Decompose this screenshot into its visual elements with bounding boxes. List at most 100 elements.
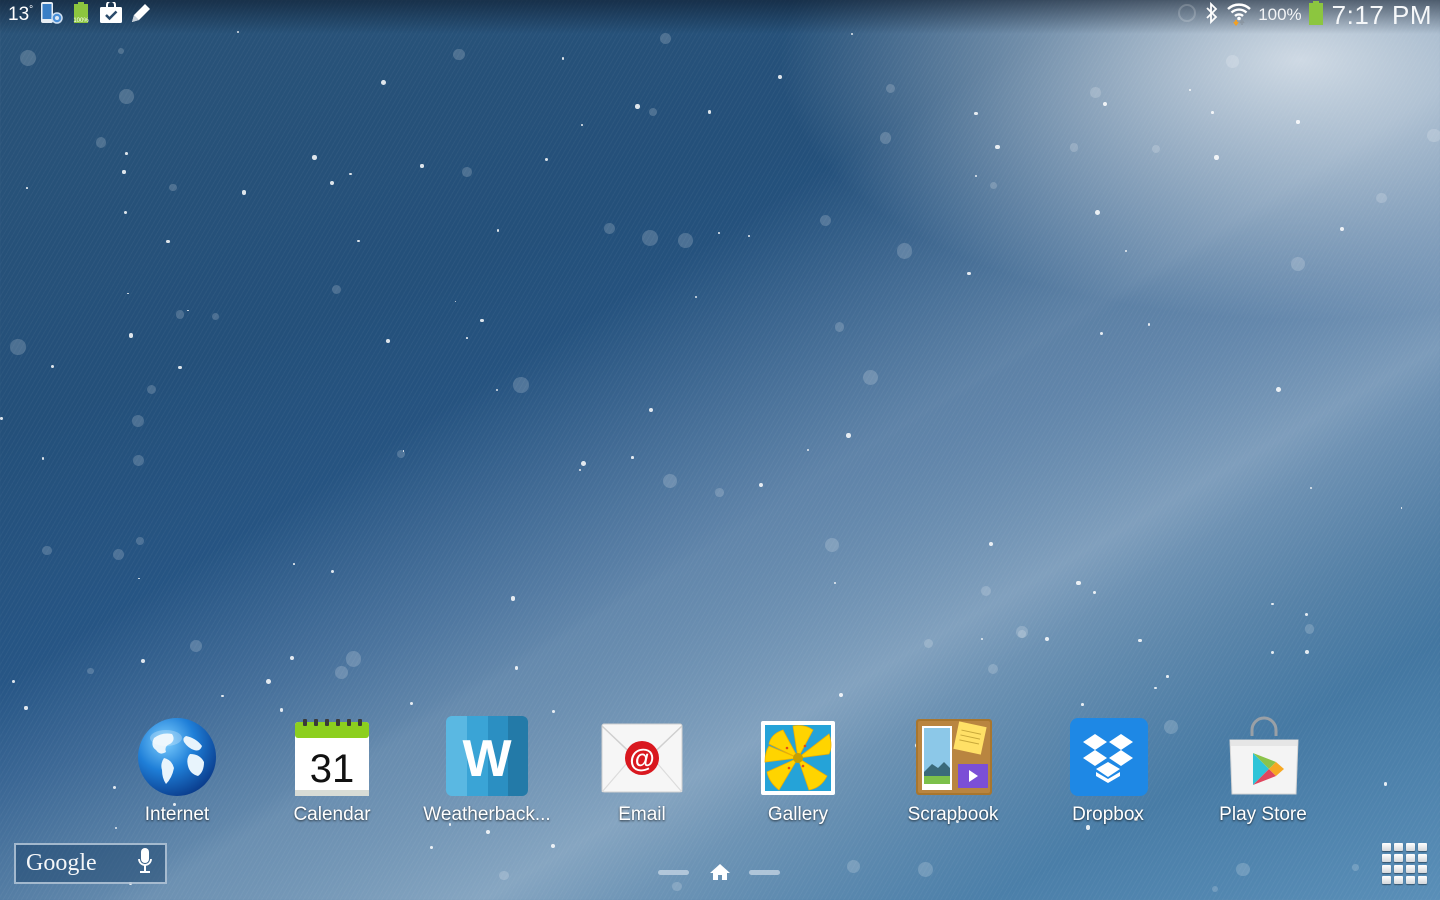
snow-particle <box>641 230 658 246</box>
calendar-icon: 31 <box>291 716 373 798</box>
status-bar[interactable]: 13° 100% 100% 7:17 PM <box>0 0 1440 30</box>
apps-grid-button[interactable] <box>1382 843 1427 885</box>
clock: 7:17 PM <box>1331 0 1432 30</box>
snow-particle <box>1400 507 1403 509</box>
snow-particle <box>1151 145 1160 154</box>
svg-text:@: @ <box>629 743 654 773</box>
snow-particle <box>221 694 224 698</box>
snow-particle <box>141 659 146 664</box>
app-internet[interactable]: Internet <box>102 716 252 826</box>
snow-particle <box>480 318 485 323</box>
snow-particle <box>649 407 654 413</box>
battery-full-icon: 100% <box>71 1 93 30</box>
snow-particle <box>279 708 284 713</box>
snow-particle <box>138 577 140 580</box>
snow-particle <box>544 157 548 161</box>
task-check-icon <box>99 0 123 29</box>
page-dot[interactable] <box>658 870 689 875</box>
snow-particle <box>989 182 997 190</box>
snow-particle <box>381 79 387 85</box>
snow-particle <box>1427 128 1440 143</box>
app-calendar[interactable]: 31 Calendar <box>257 716 407 826</box>
app-weatherback[interactable]: W Weatherback... <box>412 716 562 826</box>
page-indicator[interactable] <box>658 862 782 882</box>
snow-particle <box>127 292 129 295</box>
snow-particle <box>1090 87 1101 98</box>
snow-particle <box>133 455 145 467</box>
app-gallery[interactable]: Gallery <box>723 716 873 826</box>
battery-percentage: 100% <box>1258 5 1302 24</box>
snow-particle <box>552 710 556 713</box>
snow-particle <box>331 284 342 295</box>
snow-particle <box>879 132 892 145</box>
snow-particle <box>980 586 991 597</box>
snow-particle <box>1383 781 1388 786</box>
snow-particle <box>1296 120 1300 124</box>
snow-particle <box>1290 257 1305 272</box>
app-label: Dropbox <box>1072 804 1144 825</box>
snow-particle <box>499 870 509 881</box>
snow-particle <box>924 639 934 649</box>
snow-particle <box>896 243 913 260</box>
snow-particle <box>550 843 556 849</box>
snow-particle <box>578 468 582 471</box>
snow-particle <box>1102 101 1107 106</box>
snow-particle <box>125 151 129 155</box>
app-play-store[interactable]: Play Store <box>1188 716 1338 826</box>
snow-particle <box>847 859 861 873</box>
snow-particle <box>974 111 978 116</box>
svg-text:100%: 100% <box>73 18 89 24</box>
scrapbook-icon <box>912 716 994 798</box>
home-icon[interactable] <box>709 862 731 887</box>
snow-particle <box>265 678 271 684</box>
snow-particle <box>329 180 335 186</box>
system-icons[interactable]: 100% 7:17 PM <box>1176 0 1432 30</box>
app-label: Calendar <box>293 804 371 825</box>
microphone-icon[interactable] <box>137 847 153 880</box>
svg-text:W: W <box>462 730 512 788</box>
snow-particle <box>1076 580 1081 586</box>
app-scrapbook[interactable]: Scrapbook <box>878 716 1028 826</box>
page-dot[interactable] <box>749 870 780 875</box>
snow-particle <box>648 107 657 116</box>
snow-particle <box>454 300 457 303</box>
snow-particle <box>839 693 844 698</box>
google-search-widget[interactable]: Google <box>14 843 167 884</box>
app-email[interactable]: @ Email <box>567 716 717 826</box>
snow-particle <box>1125 249 1128 253</box>
notification-icons[interactable]: 13° 100% <box>8 0 153 30</box>
snow-particle <box>495 388 498 391</box>
snow-particle <box>631 456 634 459</box>
snow-particle <box>988 541 993 546</box>
snow-particle <box>580 123 583 126</box>
app-dropbox[interactable]: Dropbox <box>1033 716 1183 826</box>
snow-particle <box>1271 602 1275 606</box>
gallery-icon <box>757 716 839 798</box>
snow-particle <box>1147 323 1151 326</box>
snow-particle <box>331 570 335 574</box>
snow-particle <box>1069 143 1079 152</box>
snow-particle <box>12 680 16 684</box>
snow-particle <box>131 414 145 428</box>
snow-particle <box>119 88 135 104</box>
pen-icon <box>129 1 153 30</box>
snow-particle <box>967 271 971 275</box>
snow-particle <box>1211 110 1214 114</box>
snow-particle <box>114 826 118 830</box>
snow-particle <box>662 474 677 489</box>
snow-particle <box>717 232 720 234</box>
snow-particle <box>1352 864 1359 871</box>
snow-particle <box>175 310 185 319</box>
snow-particle <box>1189 89 1192 91</box>
snow-particle <box>1211 885 1218 892</box>
play-store-icon <box>1222 716 1304 798</box>
snow-particle <box>10 339 26 355</box>
snow-particle <box>357 239 360 243</box>
snow-particle <box>1376 192 1387 204</box>
snow-particle <box>1137 638 1142 643</box>
snow-particle <box>420 164 424 168</box>
snow-particle <box>312 155 317 160</box>
snow-particle <box>453 48 465 60</box>
snow-particle <box>166 239 170 244</box>
snow-particle <box>672 881 683 892</box>
